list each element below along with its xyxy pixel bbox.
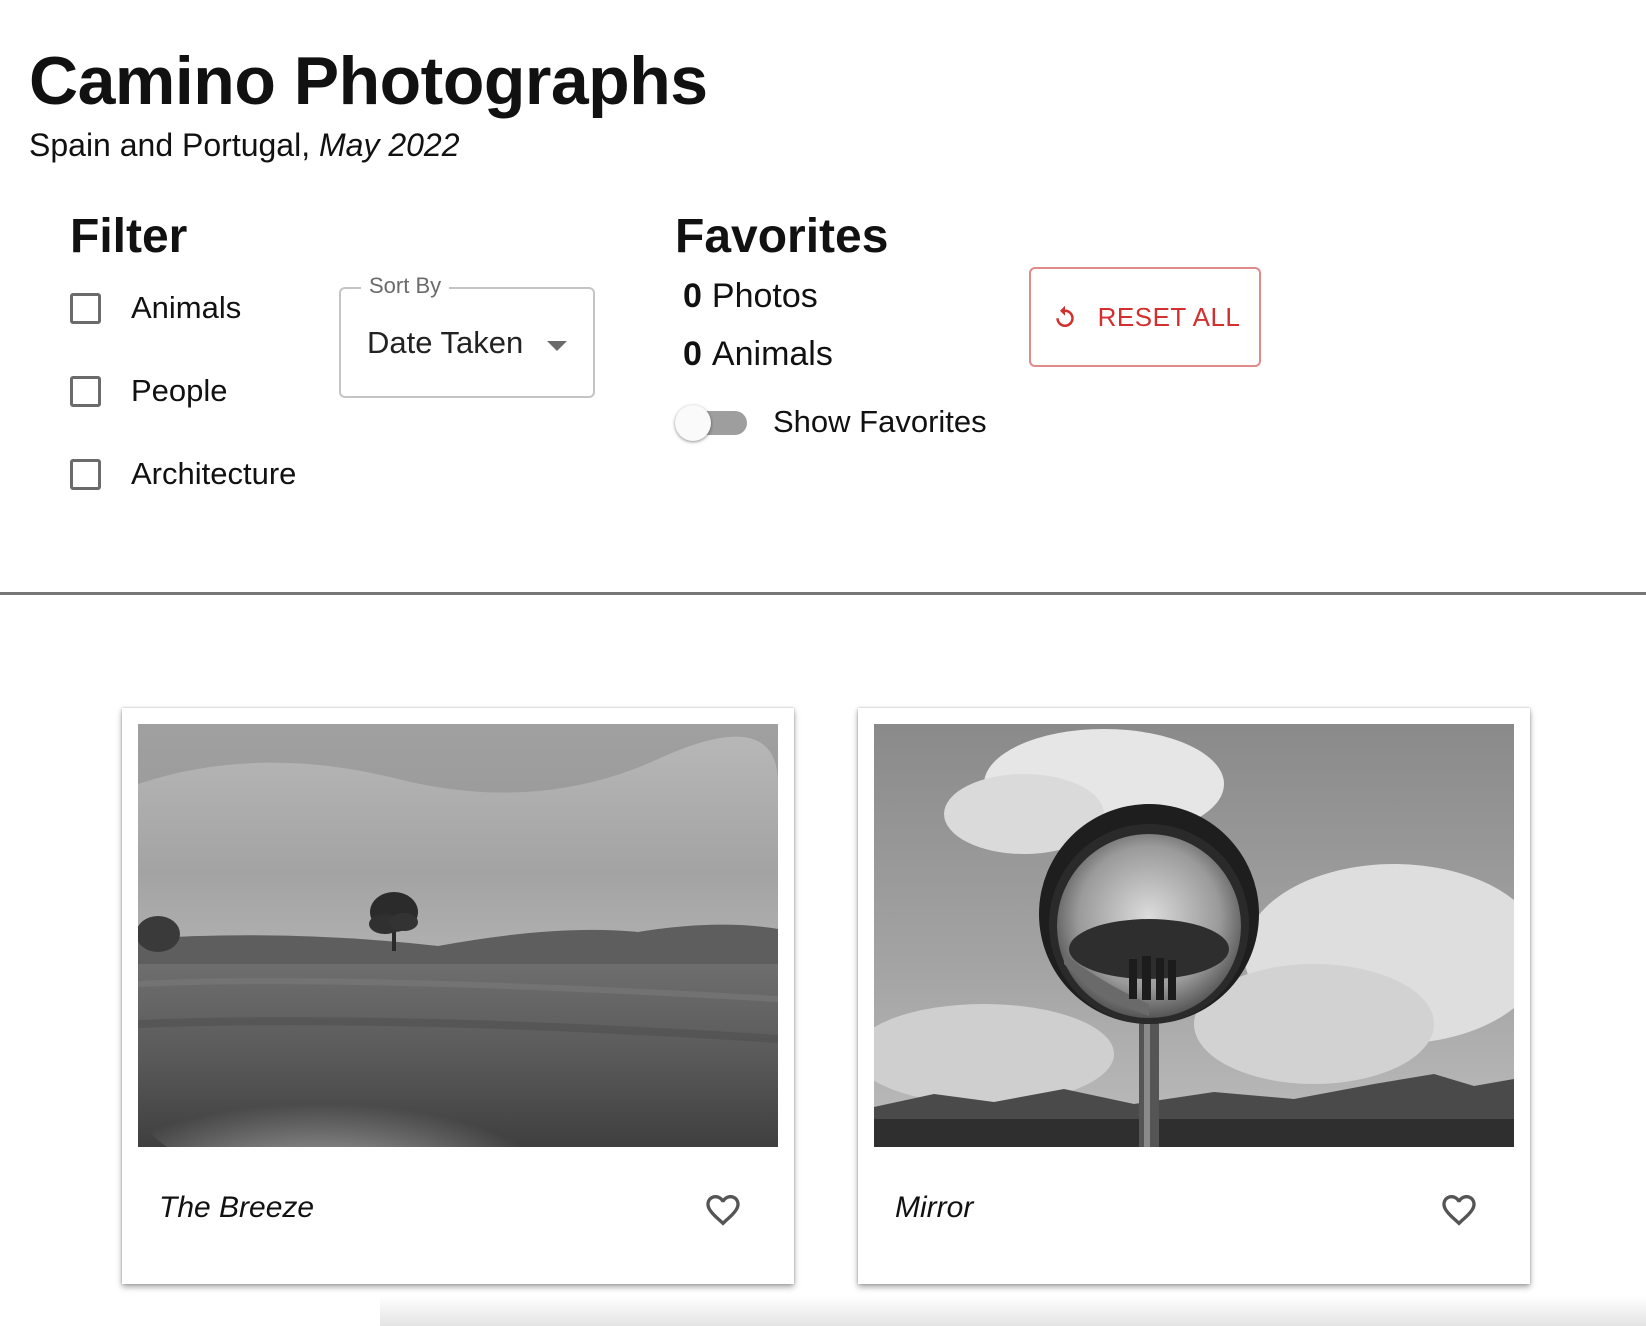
heart-outline-icon[interactable] — [1438, 1190, 1480, 1230]
favorite-animals-count: 0 Animals — [683, 337, 833, 371]
heart-outline-icon[interactable] — [702, 1190, 744, 1230]
sort-by-select[interactable]: Sort By Date Taken — [339, 273, 595, 398]
filter-option-people[interactable]: People — [70, 373, 228, 409]
toggle-thumb[interactable] — [675, 405, 711, 441]
architecture-label: Architecture — [131, 456, 297, 491]
photo-card: Mirror — [858, 708, 1530, 1284]
page-title: Camino Photographs — [29, 43, 708, 119]
animals-checkbox[interactable] — [70, 292, 101, 324]
photo-caption: The Breeze — [159, 1191, 315, 1224]
photo-image-mirror[interactable] — [874, 724, 1514, 1147]
favorite-photos-count: 0 Photos — [683, 279, 818, 313]
photo-card: The Breeze — [122, 708, 794, 1284]
architecture-checkbox[interactable] — [70, 458, 101, 490]
convex-mirror-photo — [874, 724, 1514, 1147]
filter-option-architecture[interactable]: Architecture — [70, 456, 296, 492]
show-favorites-toggle[interactable] — [675, 405, 749, 441]
photo-image-the-breeze[interactable] — [138, 724, 778, 1147]
animals-count-label: Animals — [711, 335, 833, 373]
section-divider — [0, 592, 1646, 595]
people-label: People — [131, 373, 228, 408]
photo-caption: Mirror — [895, 1191, 974, 1224]
restart-icon — [1055, 305, 1074, 327]
sort-by-label: Sort By — [361, 273, 450, 299]
favorites-heading: Favorites — [675, 210, 889, 263]
scroll-shadow — [380, 1296, 1646, 1326]
animals-count-value: 0 — [683, 335, 702, 373]
page-subtitle: Spain and Portugal, May 2022 — [29, 126, 460, 164]
people-checkbox[interactable] — [70, 375, 101, 407]
filter-heading: Filter — [70, 210, 188, 263]
filter-option-animals[interactable]: Animals — [70, 290, 241, 326]
show-favorites-label: Show Favorites — [773, 404, 987, 439]
subtitle-location: Spain and Portugal, — [29, 127, 311, 163]
photos-count-value: 0 — [683, 277, 702, 315]
arrow-drop-down-icon — [547, 341, 567, 351]
grassland-tree-photo — [138, 724, 778, 1147]
subtitle-date: May 2022 — [318, 127, 460, 163]
photos-count-label: Photos — [711, 277, 818, 315]
reset-all-label: RESET ALL — [1097, 301, 1241, 332]
page: Camino Photographs Spain and Portugal, M… — [0, 0, 1646, 1326]
sort-by-value: Date Taken — [367, 325, 524, 360]
reset-all-button[interactable]: RESET ALL — [1029, 267, 1261, 367]
animals-label: Animals — [131, 290, 242, 325]
